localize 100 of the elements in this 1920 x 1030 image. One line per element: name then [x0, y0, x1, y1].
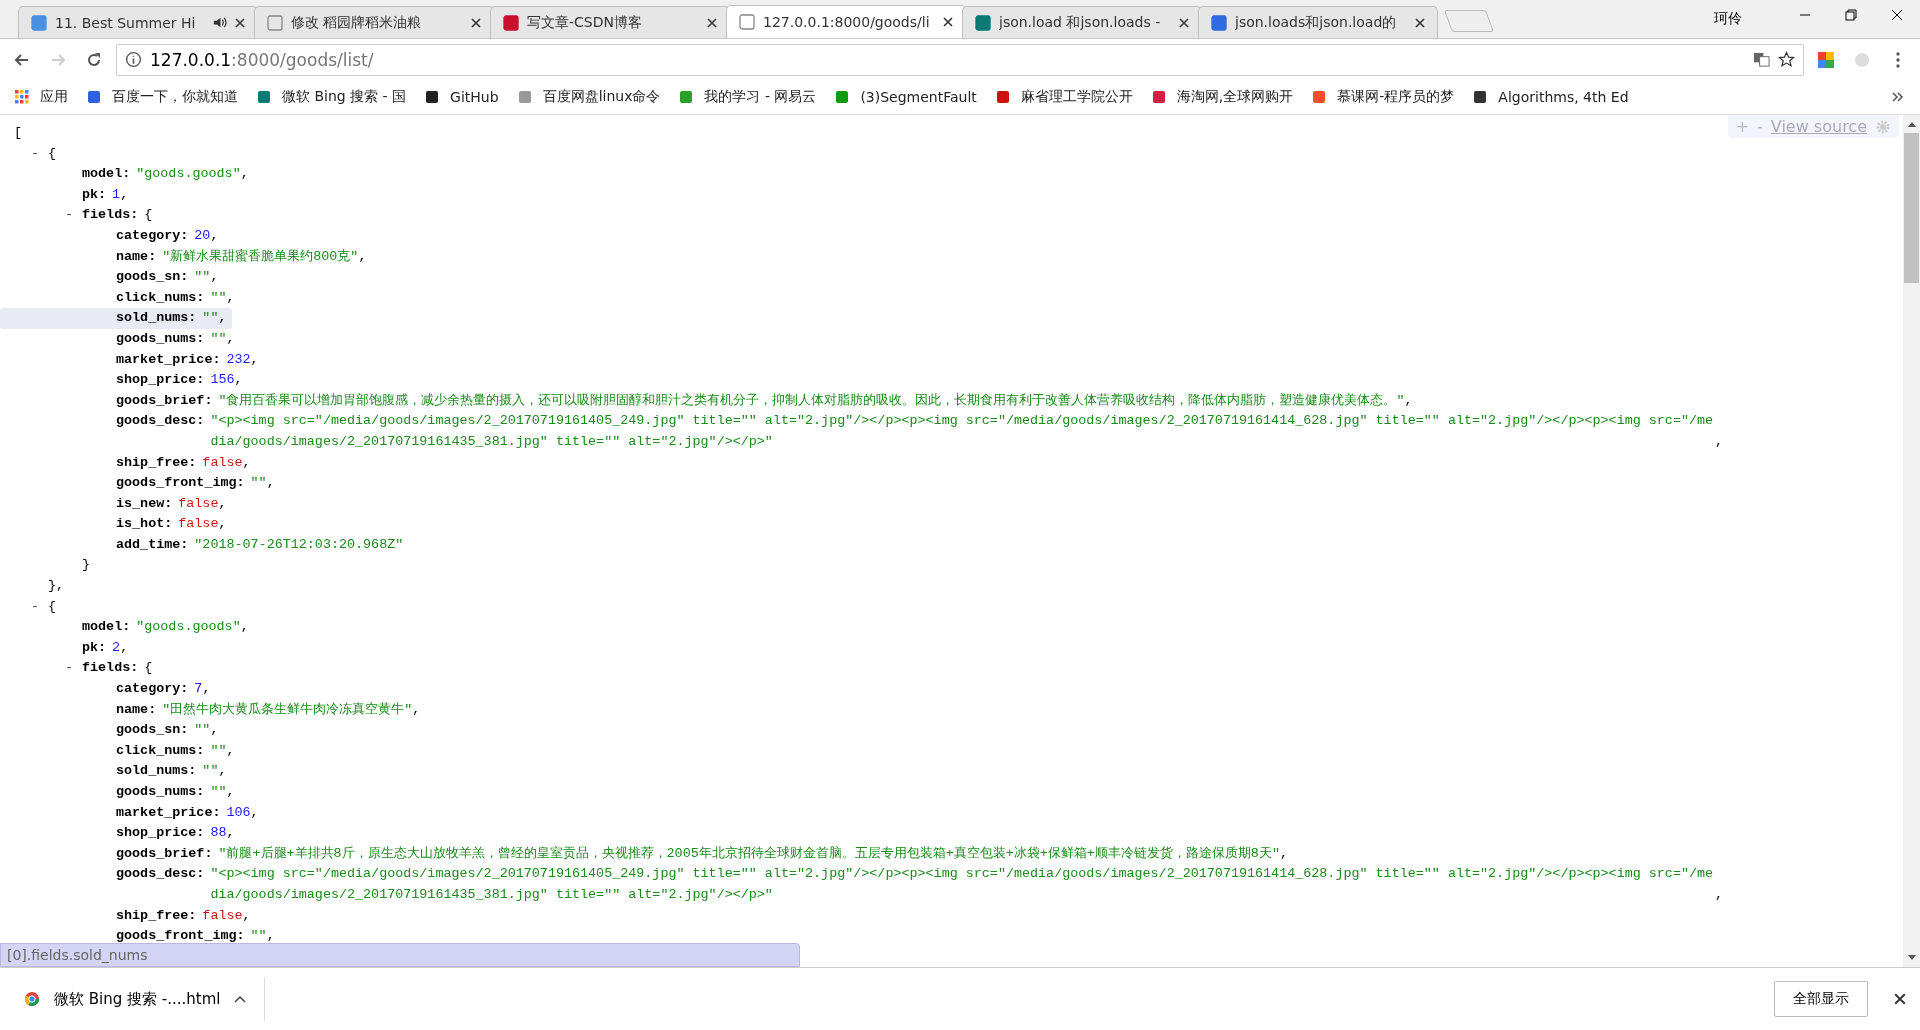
scroll-up-icon[interactable] — [1906, 120, 1917, 128]
collapse-toggle[interactable]: - — [26, 143, 44, 165]
profile-name[interactable]: 珂伶 — [1714, 10, 1742, 28]
json-value: "新鲜水果甜蜜香脆单果约800克" — [162, 247, 359, 266]
bookmark-item[interactable]: GitHub — [424, 89, 499, 105]
json-value: "<p><img src="/media/goods/images/2_20170719161405_249.jpg" title="" alt="2.jpg"/></p><p><img src="/media/goods/images/2_20170719161414_628.jpg" title="" alt="2.jpg"/></p><p><img src="/media/goods/images/2_20170719161435_381.jpg" title="" alt="2.jpg"/></p>" — [210, 412, 1715, 451]
json-value: "" — [210, 741, 227, 760]
json-punctuation: , — [358, 247, 367, 266]
bookmark-item[interactable]: (3)SegmentFault — [834, 89, 977, 105]
close-icon[interactable] — [235, 17, 245, 28]
scrollbar[interactable] — [1903, 115, 1920, 967]
favicon-icon — [516, 89, 533, 105]
close-icon[interactable] — [1894, 993, 1906, 1005]
favicon-icon — [1150, 89, 1167, 105]
bookmark-item[interactable]: 百度一下，你就知道 — [86, 88, 238, 106]
json-bracket: { — [48, 597, 57, 616]
bookmark-item[interactable]: 应用 — [14, 88, 68, 106]
json-value: "" — [210, 329, 227, 348]
json-key: goods_front_img: — [116, 473, 245, 494]
json-value: "2018-07-26T12:03:20.968Z" — [194, 535, 404, 554]
collapse-toggle[interactable]: - — [60, 658, 78, 680]
json-value: 156 — [210, 371, 235, 390]
status-path: [0].fields.sold_nums — [0, 943, 800, 967]
json-key: goods_brief: — [116, 843, 213, 865]
json-punctuation: , — [226, 329, 235, 348]
json-key: ship_free: — [116, 452, 197, 474]
info-icon[interactable] — [125, 51, 142, 68]
scroll-down-icon[interactable] — [1906, 954, 1917, 962]
json-key: pk: — [82, 637, 107, 659]
json-key: click_nums: — [116, 740, 205, 762]
json-punctuation: , — [240, 618, 249, 637]
json-key: sold_nums: — [116, 308, 197, 329]
json-punctuation: , — [242, 453, 251, 472]
json-punctuation: , — [266, 927, 275, 946]
json-value: 2 — [112, 638, 121, 657]
favicon-icon — [739, 14, 755, 30]
json-key: goods_desc: — [116, 864, 205, 885]
close-icon[interactable] — [1415, 17, 1425, 28]
browser-tab[interactable]: json.loads和json.load的 — [1198, 6, 1438, 38]
bookmark-item[interactable]: 慕课网-程序员的梦 — [1311, 88, 1455, 106]
json-value: "goods.goods" — [136, 618, 241, 637]
show-all-button[interactable]: 全部显示 — [1774, 981, 1868, 1017]
json-key: shop_price: — [116, 370, 205, 391]
json-value: 1 — [112, 185, 121, 204]
apps-grid-icon — [14, 89, 30, 105]
json-bracket: { — [48, 144, 57, 163]
json-punctuation: , — [120, 185, 129, 204]
speaker-icon[interactable] — [212, 15, 227, 30]
json-value: "食用百香果可以增加胃部饱腹感，减少余热量的摄入，还可以吸附胆固醇和胆汁之类有机分子，抑制人体对脂肪的吸收。因此，长期食用有利于改善人体营养吸收结构，降低体内脂肪，塑造健康优美体态。" — [218, 391, 1405, 410]
star-icon[interactable] — [1778, 51, 1795, 68]
json-key: goods_nums: — [116, 782, 205, 803]
collapse-toggle[interactable]: - — [26, 596, 44, 618]
json-value: "<p><img src="/media/goods/images/2_20170719161405_249.jpg" title="" alt="2.jpg"/></p><p><img src="/media/goods/images/2_20170719161414_628.jpg" title="" alt="2.jpg"/></p><p><img src="/media/goods/images/2_20170719161435_381.jpg" title="" alt="2.jpg"/></p>" — [210, 865, 1715, 904]
json-punctuation: , — [210, 268, 219, 287]
caret-icon[interactable] — [234, 995, 247, 1003]
json-punctuation: , — [1714, 885, 1723, 904]
bookmark-item[interactable]: 微软 Bing 搜索 - 国 — [256, 88, 407, 106]
json-punctuation: , — [1714, 432, 1723, 451]
json-punctuation: , — [226, 824, 235, 843]
url-host: 127.0.0.1 — [150, 49, 232, 70]
bookmark-item[interactable]: 我的学习 - 网易云 — [678, 88, 817, 106]
json-punctuation: , — [226, 741, 235, 760]
json-key: add_time: — [116, 534, 189, 556]
json-value: "田然牛肉大黄瓜条生鲜牛肉冷冻真空黄牛" — [162, 700, 413, 719]
collapse-toggle[interactable]: - — [60, 205, 78, 226]
json-key: pk: — [82, 184, 107, 206]
json-key: goods_brief: — [116, 390, 213, 412]
json-value: 7 — [194, 680, 203, 699]
address-bar[interactable]: 127.0.0.1:8000/goods/list/ — [116, 43, 1804, 76]
close-icon[interactable] — [471, 17, 481, 28]
close-icon[interactable] — [1179, 17, 1189, 28]
json-key: goods_sn: — [116, 267, 189, 288]
json-punctuation: , — [218, 762, 227, 781]
json-value: false — [178, 515, 219, 534]
json-key: is_new: — [116, 493, 173, 515]
download-item[interactable]: 微软 Bing 搜索 -....html — [24, 977, 266, 1021]
favicon-icon — [31, 14, 47, 31]
bookmark-item[interactable]: 海淘网,全球网购开 — [1150, 88, 1294, 106]
favicon-icon — [975, 14, 991, 31]
favicon-icon — [678, 89, 695, 105]
json-value: 106 — [226, 803, 251, 822]
close-icon[interactable] — [943, 17, 953, 27]
json-key: market_price: — [116, 349, 221, 371]
favicon-icon — [256, 89, 272, 105]
json-key: goods_desc: — [116, 411, 205, 432]
favicon-icon — [424, 89, 441, 105]
bookmark-item[interactable]: Algorithms, 4th Ed — [1472, 89, 1629, 105]
bookmark-item[interactable]: 麻省理工学院公开 — [994, 88, 1133, 106]
json-value: 20 — [194, 226, 211, 245]
favicon-icon — [267, 14, 283, 31]
close-icon[interactable] — [707, 17, 717, 28]
scrollbar-thumb[interactable] — [1904, 133, 1919, 283]
json-punctuation: , — [1404, 391, 1413, 410]
translate-icon[interactable] — [1753, 51, 1770, 68]
bookmark-item[interactable]: 百度网盘linux命令 — [516, 88, 661, 106]
json-value: "" — [250, 474, 267, 493]
json-punctuation: , — [202, 680, 211, 699]
json-key: category: — [116, 225, 189, 247]
json-key: model: — [82, 617, 131, 638]
json-key: name: — [116, 699, 157, 721]
